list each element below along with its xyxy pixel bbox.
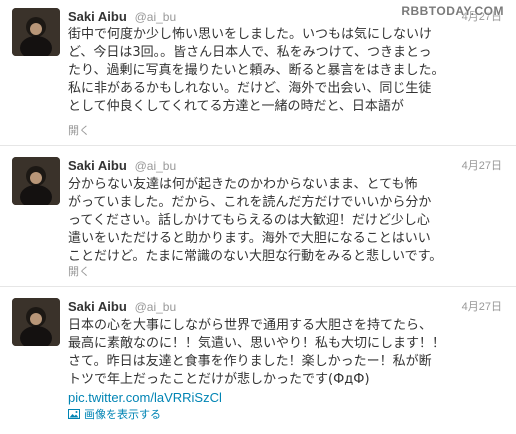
view-media-label: 画像を表示する — [84, 408, 161, 421]
tweet-line: たり、過剰に写真を撮りたいと頼み、断ると暴言をはきました。 — [68, 63, 445, 78]
tweet-line: 私に非があるかもしれない。だけど、海外で出会い、同じ生徒 — [68, 81, 432, 96]
tweet-text: 分からない友達は何が起きたのかわからないまま、とても怖 がっていました。だから、こ… — [68, 176, 502, 266]
tweet-line: 街中で何度か少し怖い思いをしました。いつもは気にしないけ — [68, 27, 433, 42]
tweet-line: 遣いをいただけると助かります。海外で大胆になることはいい — [68, 231, 431, 246]
tweet-line: 日本の心を大事にしながら世界で通用する大胆さを持てたら、 — [68, 318, 433, 333]
avatar[interactable] — [12, 298, 60, 346]
view-media-link[interactable]: 画像を表示する — [68, 408, 161, 422]
user-handle[interactable]: @ai_bu — [135, 300, 177, 314]
tweet-line: として仲良くしてくれてる方達と一緒の時だと、日本語が — [68, 99, 404, 114]
tweet-line: ことだけど。たまに常識のない大胆な行動をみると悲しいです。 — [68, 249, 443, 264]
tweet-text: 日本の心を大事にしながら世界で通用する大胆さを持てたら、 最高に素敵なのに！！気遣… — [68, 317, 502, 389]
image-icon — [68, 409, 80, 419]
tweet-item[interactable]: Saki Aibu @ai_bu 4月27日 分からない友達は何が起きたのかわか… — [0, 147, 516, 287]
tweet-header: Saki Aibu @ai_bu 4月27日 — [68, 157, 502, 175]
avatar-photo-icon — [12, 298, 60, 346]
tweet-header: Saki Aibu @ai_bu 4月27日 — [68, 298, 502, 316]
expand-link[interactable]: 開く — [68, 265, 90, 279]
tweet-line: ってください。話しかけてもらえるのは大歓迎！だけど少し心 — [68, 213, 430, 228]
tweet-date[interactable]: 4月27日 — [462, 157, 502, 175]
avatar[interactable] — [12, 157, 60, 205]
tweet-line: 最高に素敵なのに！！気遣い、思いやり！私も大切にします！！ — [68, 336, 446, 351]
tweet-line: がっていました。だから、これを読んだ方だけでいいから分か — [68, 195, 432, 210]
avatar-photo-icon — [12, 157, 60, 205]
tweet-text: 街中で何度か少し怖い思いをしました。いつもは気にしないけ ど、今日は3回。。皆さん… — [68, 26, 502, 116]
site-watermark: RBBTODAY.COM — [401, 4, 504, 18]
tweet-line: ど、今日は3回。。皆さん日本人で、私をみつけて、つきまとっ — [68, 45, 432, 60]
user-handle[interactable]: @ai_bu — [135, 159, 177, 173]
tweet-item[interactable]: Saki Aibu @ai_bu 4月27日 街中で何度か少し怖い思いをしました… — [0, 0, 516, 146]
user-name[interactable]: Saki Aibu — [68, 9, 127, 24]
avatar-photo-icon — [12, 8, 60, 56]
user-handle[interactable]: @ai_bu — [135, 10, 177, 24]
tweet-date[interactable]: 4月27日 — [462, 298, 502, 316]
expand-link[interactable]: 開く — [68, 124, 90, 138]
photo-link[interactable]: pic.twitter.com/laVRRiSzCl — [68, 389, 222, 407]
user-name[interactable]: Saki Aibu — [68, 158, 127, 173]
tweet-item[interactable]: Saki Aibu @ai_bu 4月27日 日本の心を大事にしながら世界で通用… — [0, 288, 516, 434]
tweet-line: さて。昨日は友達と食事を作りました！楽しかったー！私が断 — [68, 354, 432, 369]
tweet-line: トツで年上だったことだけが悲しかったです(ФдФ) — [68, 372, 370, 387]
user-name[interactable]: Saki Aibu — [68, 299, 127, 314]
avatar[interactable] — [12, 8, 60, 56]
tweet-line: 分からない友達は何が起きたのかわからないまま、とても怖 — [68, 177, 418, 192]
